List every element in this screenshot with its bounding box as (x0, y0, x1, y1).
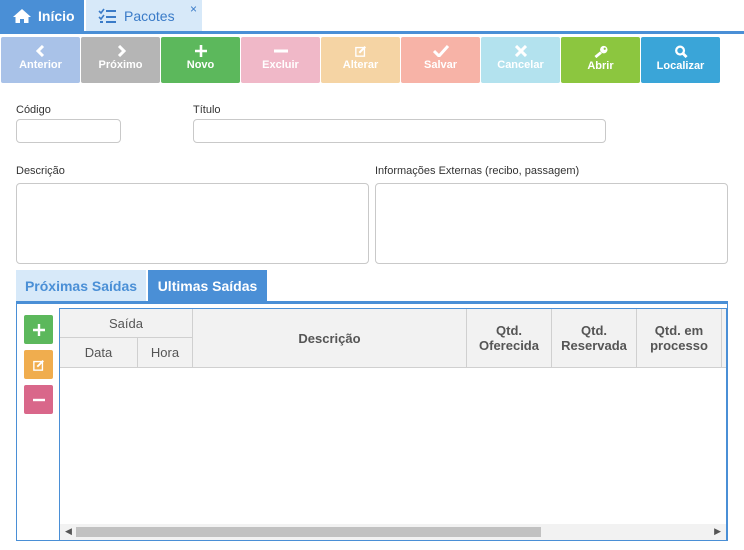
anterior-button[interactable]: Anterior (1, 37, 80, 83)
alterar-button[interactable]: Alterar (321, 37, 400, 83)
abrir-label: Abrir (587, 60, 614, 72)
tab-pacotes-label: Pacotes (124, 7, 175, 24)
salvar-label: Salvar (423, 59, 458, 71)
chevron-right-icon (117, 45, 126, 57)
toolbar: Anterior Próximo Novo Excluir Alterar Sa… (0, 37, 744, 84)
tab-inicio[interactable]: Início (0, 0, 84, 31)
chevron-left-icon (35, 45, 44, 57)
col-header-overflow (722, 309, 726, 368)
info-externas-label: Informações Externas (recibo, passagem) (375, 165, 580, 177)
tab-inicio-label: Início (38, 7, 75, 24)
close-tab-icon[interactable]: × (190, 2, 197, 16)
excluir-label: Excluir (262, 59, 299, 71)
tab-ultimas-saidas[interactable]: Ultimas Saídas (148, 270, 267, 301)
edit-icon (354, 45, 366, 57)
anterior-label: Anterior (19, 59, 62, 71)
localizar-label: Localizar (656, 60, 705, 72)
list-icon (98, 8, 118, 24)
key-icon (594, 45, 607, 58)
scrollbar-thumb[interactable] (76, 527, 541, 537)
codigo-input[interactable] (16, 119, 121, 143)
descricao-label: Descrição (16, 165, 65, 177)
plus-icon (32, 323, 45, 336)
proximo-button[interactable]: Próximo (81, 37, 160, 83)
minus-icon (273, 49, 288, 53)
cancelar-button[interactable]: Cancelar (481, 37, 560, 83)
proximo-label: Próximo (98, 59, 143, 71)
scroll-right-icon[interactable]: ▶ (714, 526, 721, 537)
delete-row-button[interactable] (24, 385, 53, 414)
descricao-textarea[interactable] (16, 183, 369, 264)
close-icon (514, 45, 527, 57)
scroll-left-icon[interactable]: ◀ (65, 526, 72, 537)
minus-icon (32, 398, 45, 401)
abrir-button[interactable]: Abrir (561, 37, 640, 83)
novo-label: Novo (186, 59, 215, 71)
col-header-hora[interactable]: Hora (138, 338, 193, 368)
col-header-qtd-reservada[interactable]: Qtd. Reservada (552, 309, 637, 368)
titulo-input[interactable] (193, 119, 606, 143)
group-header-saida: Saída (60, 309, 193, 338)
tab-pacotes[interactable]: Pacotes × (86, 0, 202, 31)
tab-proximas-saidas[interactable]: Próximas Saídas (16, 270, 146, 301)
edit-icon (32, 359, 44, 371)
novo-button[interactable]: Novo (161, 37, 240, 83)
plus-icon (194, 45, 207, 57)
col-header-descricao[interactable]: Descrição (193, 309, 467, 368)
col-header-data[interactable]: Data (60, 338, 138, 368)
add-row-button[interactable] (24, 315, 53, 344)
tab-bar: Início Pacotes × (0, 0, 744, 34)
info-externas-textarea[interactable] (375, 183, 728, 264)
saidas-grid: Saída Data Hora Descrição Qtd. Oferecida… (59, 308, 727, 541)
excluir-button[interactable]: Excluir (241, 37, 320, 83)
tab-underline (0, 31, 744, 34)
search-icon (674, 45, 688, 58)
titulo-label: Título (193, 104, 221, 116)
saidas-panel: Saída Data Hora Descrição Qtd. Oferecida… (16, 301, 728, 541)
cancelar-label: Cancelar (497, 59, 544, 71)
check-icon (432, 45, 449, 57)
edit-row-button[interactable] (24, 350, 53, 379)
salvar-button[interactable]: Salvar (401, 37, 480, 83)
col-header-qtd-em-processo[interactable]: Qtd. em processo (637, 309, 722, 368)
col-header-qtd-oferecida[interactable]: Qtd. Oferecida (467, 309, 552, 368)
localizar-button[interactable]: Localizar (641, 37, 720, 83)
horizontal-scrollbar[interactable]: ◀ ▶ (60, 524, 726, 540)
home-icon (12, 8, 32, 24)
alterar-label: Alterar (342, 59, 379, 71)
codigo-label: Código (16, 104, 51, 116)
